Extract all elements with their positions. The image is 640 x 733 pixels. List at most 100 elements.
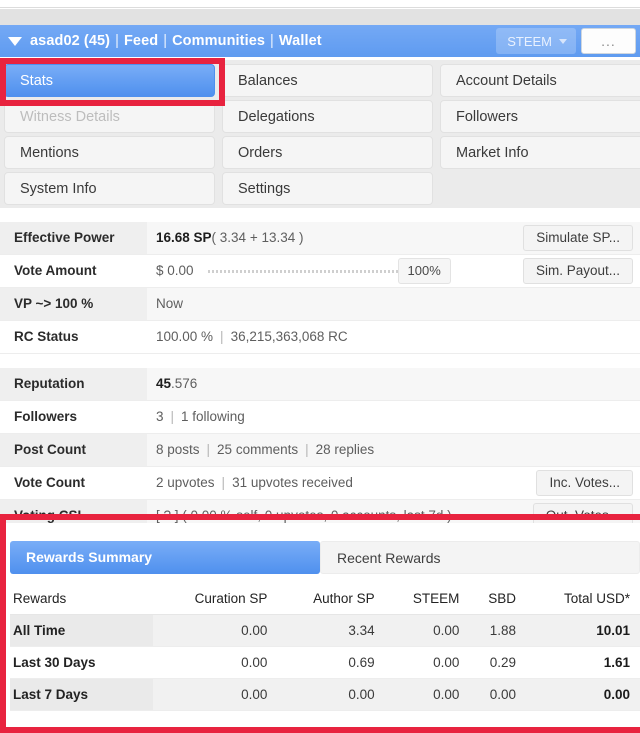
row-period: All Time	[10, 614, 154, 647]
tab-mentions[interactable]: Mentions	[4, 136, 215, 169]
tab-delegations[interactable]: Delegations	[222, 100, 433, 133]
simulate-sp-button[interactable]: Simulate SP...	[523, 225, 633, 251]
caret-down-icon[interactable]	[8, 36, 22, 46]
value-separator: |	[305, 442, 309, 457]
tab-settings[interactable]: Settings	[222, 172, 433, 205]
stat-label: Post Count	[0, 434, 147, 466]
tab-market-info[interactable]: Market Info	[440, 136, 640, 169]
link-separator-3: |	[270, 33, 274, 49]
col-header-sbd: SBD	[469, 585, 526, 615]
stat-value: 100.00 % | 36,215,363,068 RC	[147, 321, 640, 353]
stat-value: 3 | 1 following	[147, 401, 640, 433]
rewards-tabs: Rewards Summary Recent Rewards	[0, 523, 640, 574]
nav-tab-grid: Stats Balances Account Details Witness D…	[0, 60, 640, 208]
stat-value: Now	[147, 288, 640, 320]
cell-curation-sp: 0.00	[153, 678, 278, 711]
rc-amount: 36,215,363,068 RC	[230, 329, 348, 344]
chevron-down-icon	[559, 38, 567, 44]
tab-stats[interactable]: Stats	[4, 64, 215, 97]
vp-recharge-value: Now	[156, 296, 184, 311]
tab-witness-details: Witness Details	[4, 100, 215, 133]
reputation-decimal: .576	[171, 376, 198, 391]
cell-sbd: 0.29	[469, 646, 526, 679]
nav-row: Witness Details Delegations Followers	[0, 99, 640, 135]
tab-account-details[interactable]: Account Details	[440, 64, 640, 97]
value-separator: |	[206, 442, 211, 457]
vote-amount-value: $ 0.00	[156, 263, 194, 278]
tab-followers[interactable]: Followers	[440, 100, 640, 133]
row-period: Last 30 Days	[10, 646, 154, 679]
more-options-button[interactable]: ...	[581, 28, 636, 54]
stat-label: Followers	[14, 409, 78, 424]
currency-selector[interactable]: STEEM	[496, 28, 576, 54]
tab-rewards-summary[interactable]: Rewards Summary	[10, 541, 320, 574]
nav-row: Stats Balances Account Details	[0, 63, 640, 99]
page-root: asad02 (45) | Feed | Communities | Wallet STEE…	[0, 0, 640, 733]
incoming-votes-button[interactable]: Inc. Votes...	[536, 470, 633, 496]
stat-value: 45.576	[147, 368, 640, 400]
stat-label: Reputation	[0, 368, 147, 400]
tab-empty-slot	[440, 172, 640, 205]
cell-steem: 0.00	[384, 614, 470, 647]
reputation-integer: 45	[156, 376, 172, 391]
cell-curation-sp: 0.00	[153, 646, 278, 679]
nav-row: Mentions Orders Market Info	[0, 135, 640, 171]
posts-count: 8 posts	[156, 442, 200, 457]
stat-label: Vote Amount	[14, 263, 97, 278]
stats-panel: Effective Power 16.68 SP ( 3.34 + 13.34 …	[0, 208, 640, 533]
stats-top-gap	[0, 208, 640, 222]
page-background-strip	[0, 9, 640, 25]
stat-row-vote-count: Vote Count 2 upvotes | 31 upvotes received…	[0, 467, 640, 500]
stat-row-vote-amount: Vote Amount $ 0.00 100% Sim. Payout...	[0, 255, 640, 288]
stat-label: Vote Count	[14, 475, 85, 490]
stat-label: RC Status	[14, 329, 79, 344]
col-header-curation-sp: Curation SP	[153, 585, 278, 615]
cell-author-sp: 0.00	[277, 678, 385, 711]
currency-selector-label: STEEM	[507, 33, 552, 49]
effective-power-value: 16.68 SP	[156, 230, 212, 245]
cell-steem: 0.00	[384, 646, 470, 679]
tab-system-info[interactable]: System Info	[4, 172, 215, 205]
link-separator-2: |	[163, 33, 168, 49]
rewards-panel: Rewards Summary Recent Rewards Rewards C…	[0, 523, 640, 733]
col-header-steem: STEEM	[384, 585, 470, 615]
nav-link-feed[interactable]: Feed	[124, 33, 158, 49]
nav-link-communities[interactable]: Communities	[172, 33, 265, 49]
slider-track[interactable]	[207, 269, 400, 273]
col-header-rewards: Rewards	[10, 585, 154, 615]
comments-count: 25 comments	[217, 442, 299, 457]
stat-label: VP ~> 100 %	[0, 288, 147, 320]
upvotes-received: 31 upvotes received	[232, 475, 353, 490]
followers-count: 3	[156, 409, 164, 424]
stat-row-vp-recharge: VP ~> 100 % Now	[0, 288, 640, 321]
cell-sbd: 1.88	[469, 614, 526, 647]
vote-weight-slider[interactable]: 100%	[207, 258, 451, 284]
stat-row-followers: Followers 3 | 1 following	[0, 401, 640, 434]
table-row: All Time 0.00 3.34 0.00 1.88 10.01	[10, 614, 640, 647]
tab-orders[interactable]: Orders	[222, 136, 433, 169]
nav-link-wallet[interactable]: Wallet	[279, 33, 322, 49]
stat-value: 8 posts | 25 comments | 28 replies	[147, 434, 640, 466]
account-links: asad02 (45) | Feed | Communities | Wallet	[30, 33, 322, 49]
cell-author-sp: 0.69	[277, 646, 385, 679]
cell-total-usd: 1.61	[525, 646, 640, 679]
rc-percent: 100.00 %	[156, 329, 214, 344]
stat-row-post-count: Post Count 8 posts | 25 comments | 28 replie…	[0, 434, 640, 467]
slider-value-label: 100%	[397, 258, 451, 284]
tab-balances[interactable]: Balances	[222, 64, 433, 97]
effective-power-breakdown: ( 3.34 + 13.34 )	[211, 230, 304, 245]
tab-recent-rewards[interactable]: Recent Rewards	[320, 541, 640, 574]
replies-count: 28 replies	[315, 442, 375, 457]
stat-label: Effective Power	[0, 222, 147, 254]
cell-curation-sp: 0.00	[153, 614, 278, 647]
browser-top-strip	[0, 0, 640, 8]
table-header-row: Rewards Curation SP Author SP STEEM SBD …	[10, 585, 640, 615]
cell-author-sp: 3.34	[277, 614, 385, 647]
account-username[interactable]: asad02 (45)	[30, 33, 110, 49]
rewards-table: Rewards Curation SP Author SP STEEM SBD …	[10, 585, 640, 711]
cell-sbd: 0.00	[469, 678, 526, 711]
stat-row-reputation: Reputation 45.576	[0, 368, 640, 401]
value-separator: |	[220, 329, 224, 344]
sim-payout-button[interactable]: Sim. Payout...	[522, 258, 633, 284]
stats-mid-gap	[0, 354, 640, 368]
